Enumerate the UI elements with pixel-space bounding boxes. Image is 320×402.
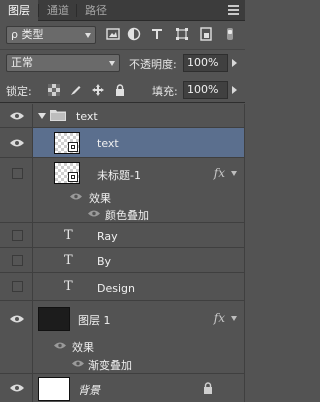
visibility-cell[interactable] [0, 374, 33, 402]
opacity-slider-toggle-icon[interactable] [232, 59, 237, 67]
triangle-expand-icon[interactable] [38, 113, 46, 119]
layer-name[interactable]: By [97, 255, 111, 268]
layer-ray[interactable]: T Ray [0, 223, 245, 248]
visibility-cell [0, 355, 33, 373]
visibility-cell[interactable] [0, 128, 33, 157]
eye-icon[interactable] [10, 139, 24, 147]
tab-separator [38, 4, 39, 17]
visibility-checkbox[interactable] [12, 255, 23, 266]
panel-menu-icon[interactable] [226, 3, 241, 17]
panel-tab-bar: 图层 通道 路径 [0, 0, 245, 22]
visibility-cell [0, 205, 33, 222]
chevron-down-icon [109, 61, 115, 66]
visibility-cell[interactable] [0, 158, 33, 188]
visibility-cell [0, 188, 33, 205]
eye-icon[interactable] [54, 342, 66, 349]
opacity-label: 不透明度: [129, 58, 177, 71]
lock-row: 锁定: 填充: 100% [0, 77, 245, 103]
visibility-checkbox[interactable] [12, 281, 23, 292]
effects-row[interactable]: 效果 [0, 188, 245, 205]
layer-thumbnail [54, 132, 80, 154]
effects-row[interactable]: 效果 [0, 337, 245, 355]
shape-filter-icon[interactable] [175, 27, 189, 41]
lock-icon [204, 382, 212, 394]
effects-label: 效果 [72, 341, 94, 354]
layer-name[interactable]: Ray [97, 230, 118, 243]
lock-position-icon[interactable] [92, 84, 104, 96]
visibility-cell[interactable] [0, 248, 33, 272]
tab-layers[interactable]: 图层 [0, 0, 38, 22]
filter-toggle-icon[interactable] [225, 27, 235, 41]
lock-all-icon[interactable] [114, 84, 126, 96]
type-layer-icon: T [64, 253, 73, 268]
lock-transparent-pixels-icon[interactable] [48, 84, 60, 96]
chevron-down-icon[interactable] [231, 171, 237, 176]
visibility-checkbox[interactable] [12, 230, 23, 241]
visibility-cell[interactable] [0, 104, 33, 127]
filter-kind-label: ρ 类型 [11, 28, 44, 41]
adjustment-filter-icon[interactable] [127, 27, 141, 41]
type-layer-icon: T [64, 279, 73, 294]
layers-panel: 图层 通道 路径 ρ 类型 正常 不透明度: 100% 锁定: 填充: 100%… [0, 0, 245, 402]
fill-label: 填充: [152, 85, 178, 98]
fill-slider-toggle-icon[interactable] [232, 86, 237, 94]
eye-icon[interactable] [88, 210, 100, 217]
layer-thumbnail [38, 377, 70, 401]
effect-gradient-overlay[interactable]: 渐变叠加 [0, 355, 245, 374]
effect-name: 颜色叠加 [105, 209, 149, 222]
visibility-cell[interactable] [0, 273, 33, 300]
layer-name[interactable]: text [97, 137, 119, 150]
chevron-down-icon[interactable] [231, 316, 237, 321]
layer-1[interactable]: 图层 1 fx [0, 301, 245, 337]
blend-mode-label: 正常 [11, 56, 33, 69]
layer-thumbnail [38, 307, 70, 331]
layer-name[interactable]: text [76, 110, 98, 123]
layer-background[interactable]: 背景 [0, 374, 245, 402]
visibility-cell [0, 337, 33, 355]
fx-icon[interactable]: fx [214, 311, 225, 325]
layers-list: text text 未标题-1 fx 效果 颜色叠加 T Ray T By T … [0, 104, 245, 402]
visibility-cell[interactable] [0, 301, 33, 337]
tab-separator [76, 4, 77, 17]
layer-text-smart-object[interactable]: text [0, 128, 245, 158]
layer-design[interactable]: T Design [0, 273, 245, 301]
smart-object-filter-icon[interactable] [199, 27, 213, 41]
eye-icon[interactable] [72, 360, 84, 367]
opacity-field[interactable]: 100% [183, 54, 228, 72]
blend-row: 正常 不透明度: 100% [0, 49, 245, 76]
type-filter-icon[interactable] [150, 27, 164, 41]
layer-name[interactable]: 未标题-1 [97, 167, 141, 183]
lock-image-pixels-icon[interactable] [70, 84, 82, 96]
layer-name[interactable]: 背景 [78, 382, 100, 398]
filter-kind-select[interactable]: ρ 类型 [6, 26, 96, 44]
smart-object-badge-icon [68, 142, 78, 152]
layer-thumbnail [54, 162, 80, 184]
tab-paths[interactable]: 路径 [78, 0, 114, 21]
fx-icon[interactable]: fx [214, 166, 225, 180]
layer-by[interactable]: T By [0, 248, 245, 273]
image-filter-icon[interactable] [106, 27, 120, 41]
folder-icon [50, 110, 66, 121]
visibility-checkbox[interactable] [12, 168, 23, 179]
effect-color-overlay[interactable]: 颜色叠加 [0, 205, 245, 223]
chevron-down-icon [85, 33, 91, 38]
eye-icon[interactable] [10, 315, 24, 323]
visibility-cell[interactable] [0, 223, 33, 247]
lock-label: 锁定: [6, 85, 32, 98]
eye-icon[interactable] [70, 193, 82, 200]
effect-name: 渐变叠加 [88, 359, 132, 372]
eye-icon[interactable] [10, 112, 24, 120]
eye-icon[interactable] [10, 384, 24, 392]
layer-group-text[interactable]: text [0, 104, 245, 128]
tab-channels[interactable]: 通道 [40, 0, 76, 21]
fill-field[interactable]: 100% [183, 81, 228, 99]
smart-object-badge-icon [68, 172, 78, 182]
blend-mode-select[interactable]: 正常 [6, 54, 120, 72]
scrollbar-track[interactable] [244, 104, 245, 402]
layer-untitled-1[interactable]: 未标题-1 fx [0, 158, 245, 188]
layer-name[interactable]: 图层 1 [78, 312, 111, 328]
layer-name[interactable]: Design [97, 282, 135, 295]
type-layer-icon: T [64, 228, 73, 243]
effects-label: 效果 [89, 192, 111, 205]
